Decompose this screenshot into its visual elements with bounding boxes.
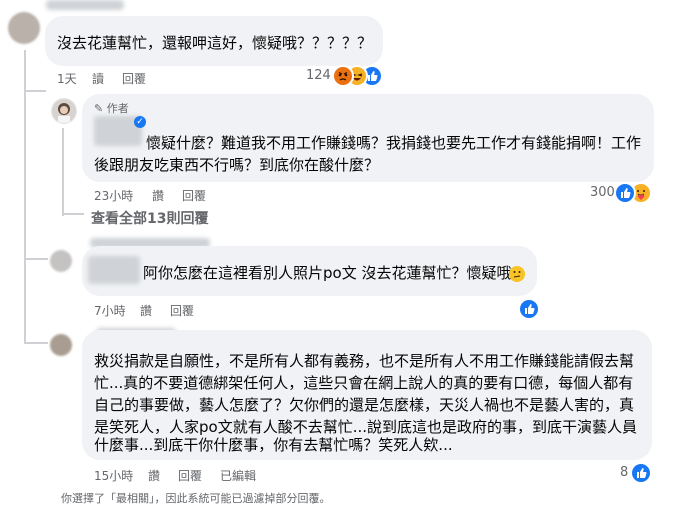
comment-meta: 1天 讀 回覆 (57, 70, 257, 87)
view-all-replies-link[interactable]: 查看全部13則回覆 (91, 208, 208, 228)
pencil-icon: ✎ (94, 102, 104, 115)
like-icon[interactable] (630, 462, 652, 484)
comment-time[interactable]: 1天 (57, 70, 77, 87)
thinking-emoji-icon (509, 266, 525, 282)
like-button[interactable]: 讚 (152, 187, 164, 204)
comment-bubble: 救災捐款是自願性，不是所有人都有義務，也不是所有人不用工作賺錢能請假去幫 忙..… (82, 330, 652, 460)
comment-bubble: 阿你怎麼在這裡看別人照片po文 沒去花蓮幫忙？懷疑哦 (82, 246, 537, 296)
comment-time[interactable]: 23小時 (94, 187, 133, 204)
reply-button[interactable]: 回覆 (182, 187, 206, 204)
thread-branch (24, 342, 48, 344)
comment-time[interactable]: 7小時 (94, 302, 126, 319)
like-icon[interactable] (614, 182, 636, 204)
comment-text: 什麼事...到底干你什麼事，你有去幫忙嗎？笑死人欸... (94, 436, 453, 454)
reply-button[interactable]: 回覆 (178, 467, 202, 484)
like-icon[interactable] (518, 298, 540, 320)
avatar[interactable] (50, 334, 72, 356)
comment-meta: 7小時 讚 回覆 (94, 302, 294, 319)
comment-time[interactable]: 15小時 (94, 467, 133, 484)
reaction-count[interactable]: 124 (306, 68, 331, 83)
reaction-count[interactable]: 300 (590, 185, 615, 200)
thread-line (24, 226, 26, 344)
comment-meta: 23小時 讚 回覆 (94, 187, 294, 204)
comment-bubble: 沒去花蓮幫忙，還報呷這好，懷疑哦？？？？？ (45, 16, 383, 66)
angry-icon[interactable] (332, 65, 354, 87)
thread-branch (24, 90, 46, 92)
author-badge: ✎ 作者 (94, 100, 129, 116)
verified-icon: ✓ (134, 116, 146, 128)
like-button[interactable]: 讚 (140, 302, 152, 319)
avatar[interactable] (50, 250, 72, 272)
commenter-name[interactable] (46, 0, 124, 10)
like-button[interactable]: 讀 (92, 70, 104, 87)
filter-notice: 你選擇了「最相關」，因此系統可能已過濾掉部分回覆。 (61, 492, 331, 505)
author-avatar[interactable] (51, 98, 77, 124)
like-button[interactable]: 讚 (148, 467, 160, 484)
comment-text: 後跟朋友吃東西不行嗎？到底你在酸什麼？ (94, 156, 380, 174)
thread-branch (62, 213, 84, 215)
comment-meta: 15小時 讚 回覆 已編輯 (94, 467, 314, 484)
commenter-name[interactable] (88, 256, 140, 284)
reply-button[interactable]: 回覆 (122, 70, 146, 87)
reply-button[interactable]: 回覆 (170, 302, 194, 319)
comment-text: 阿你怎麼在這裡看別人照片po文 沒去花蓮幫忙？懷疑哦 (143, 264, 512, 282)
thread-branch (24, 258, 48, 260)
reaction-count[interactable]: 8 (620, 465, 628, 480)
comment-text: 沒去花蓮幫忙，還報呷這好，懷疑哦？？？？？ (57, 34, 373, 52)
thread-line (62, 128, 64, 216)
author-badge-label: 作者 (106, 102, 129, 115)
avatar[interactable] (8, 12, 40, 44)
comment-bubble: ✎ 作者 ✓ 懷疑什麼？難道我不用工作賺錢嗎？我捐錢也要先工作才有錢能捐啊！工作… (82, 94, 654, 182)
edited-label: 已編輯 (220, 469, 257, 483)
thread-line (24, 50, 26, 226)
